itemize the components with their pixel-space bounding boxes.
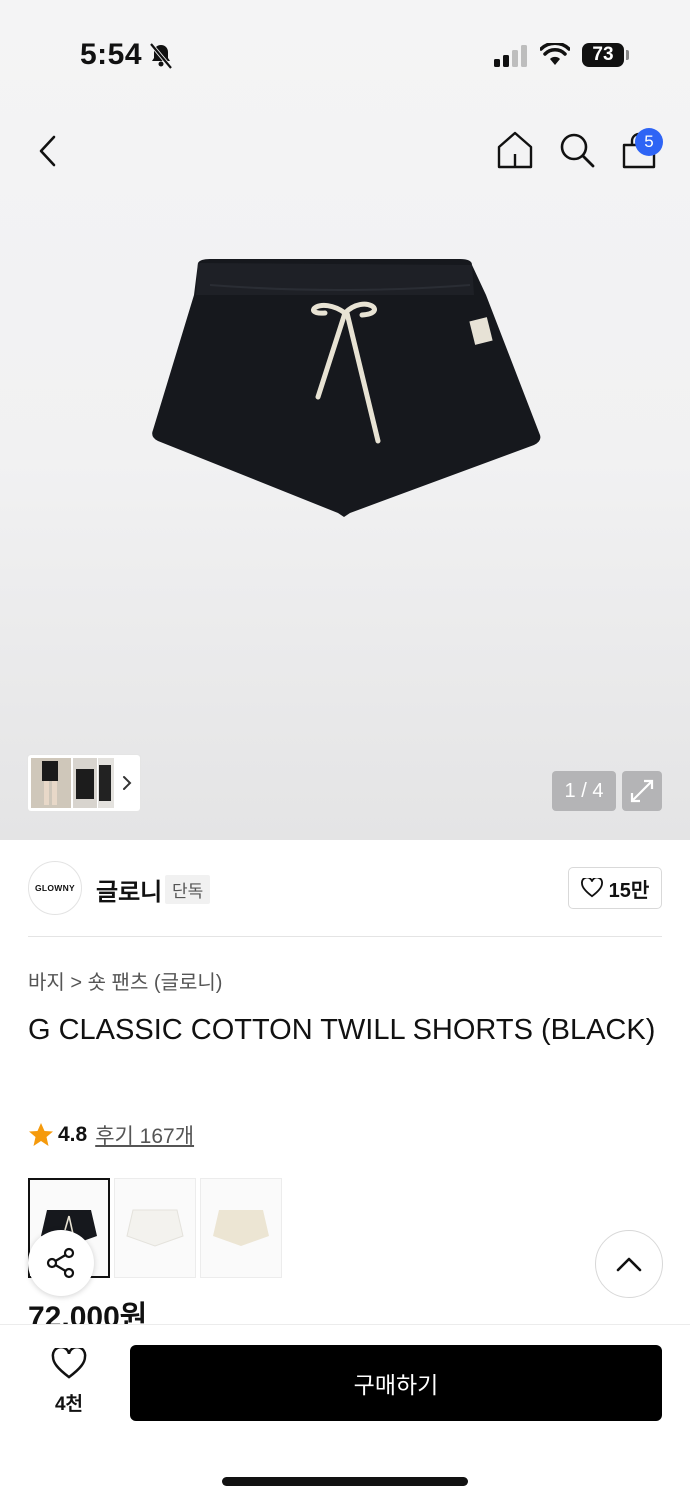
brand-logo[interactable]: GLOWNY: [28, 861, 82, 915]
wifi-icon: [540, 43, 570, 65]
buy-button[interactable]: 구매하기: [130, 1345, 662, 1421]
top-nav: [0, 120, 690, 180]
chevron-up-icon: [616, 1257, 642, 1272]
brand-like-button[interactable]: 15만: [568, 867, 662, 909]
rating-score: 4.8: [58, 1123, 88, 1146]
bell-muted-icon: [149, 42, 173, 70]
image-counter: 1 / 4: [552, 771, 616, 811]
scroll-top-button[interactable]: [595, 1230, 663, 1298]
review-count-link[interactable]: 후기 167개: [95, 1120, 194, 1150]
heart-icon: [580, 878, 603, 898]
back-icon[interactable]: [36, 134, 60, 168]
brand-like-count: 15만: [608, 879, 650, 902]
color-option-white[interactable]: [114, 1178, 196, 1278]
divider: [28, 936, 662, 937]
product-image[interactable]: [150, 255, 542, 520]
product-title: G CLASSIC COTTON TWILL SHORTS (BLACK): [28, 1014, 656, 1046]
signal-icon: [494, 45, 527, 67]
wishlist-count: 4천: [54, 1394, 84, 1415]
share-icon: [46, 1247, 75, 1279]
wishlist-button[interactable]: 4천: [36, 1345, 102, 1416]
expand-icon: [630, 779, 654, 803]
color-option-cream[interactable]: [200, 1178, 282, 1278]
home-indicator: [222, 1477, 468, 1486]
cart-count-badge: 5: [635, 128, 663, 156]
brand-name[interactable]: 글로니: [96, 872, 162, 907]
star-icon: [29, 1123, 53, 1146]
status-bar: 5:54 73: [0, 0, 690, 100]
white-shorts-thumbnail: [126, 1209, 184, 1247]
breadcrumb[interactable]: 바지 > 숏 팬츠 (글로니): [28, 966, 222, 995]
battery-level: 73: [582, 43, 624, 67]
heart-icon: [51, 1345, 87, 1379]
share-button[interactable]: [28, 1230, 94, 1296]
thumbnail-strip[interactable]: [28, 755, 140, 811]
exclusive-badge: 단독: [165, 875, 211, 904]
status-time: 5:54: [80, 38, 143, 71]
home-icon[interactable]: [495, 130, 535, 170]
model-thumbnails: [31, 758, 132, 808]
cream-shorts-thumbnail: [213, 1210, 269, 1246]
rating-row[interactable]: 4.8 후기 167개: [28, 1120, 194, 1150]
search-icon[interactable]: [557, 130, 597, 170]
battery-cap: [626, 50, 629, 60]
expand-button[interactable]: [622, 771, 662, 811]
